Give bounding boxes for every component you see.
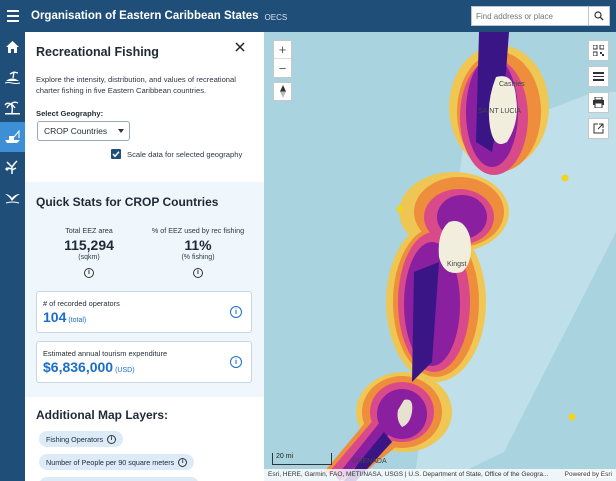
place-label: SAINT LUCIA: [478, 108, 522, 115]
stat-value: 115,294: [64, 237, 114, 253]
rail-item-fishing[interactable]: [0, 122, 25, 152]
rail-item-beach[interactable]: [0, 92, 25, 122]
zoom-out-button[interactable]: −: [274, 59, 291, 77]
geography-select-value: CROP Countries: [44, 126, 108, 136]
zoom-control: + −: [273, 40, 292, 78]
stat-unit: (sqkm): [78, 254, 100, 261]
stat-value: 11%: [184, 237, 212, 253]
powered-by-esri[interactable]: Powered by Esri: [564, 471, 612, 478]
left-rail: [0, 32, 25, 481]
info-icon[interactable]: i: [193, 268, 203, 278]
app-title: Organisation of Eastern Caribbean States: [31, 10, 259, 22]
print-icon: [593, 97, 604, 108]
close-icon[interactable]: [233, 40, 247, 54]
zoom-in-button[interactable]: +: [274, 41, 291, 59]
rail-item-birds[interactable]: [0, 182, 25, 212]
layer-chip-partial[interactable]: [39, 477, 199, 481]
card-unit: (total): [68, 317, 87, 324]
home-icon: [6, 41, 19, 53]
card-recorded-operators: # of recorded operators 104 (total) i: [36, 291, 252, 333]
recreational-fishing-panel: Recreational Fishing Explore the intensi…: [25, 32, 264, 481]
card-tourism-expenditure: Estimated annual tourism expenditure $6,…: [36, 341, 252, 383]
place-label: Castries: [499, 81, 525, 88]
geography-label: Select Geography:: [36, 109, 104, 118]
layer-chip-people-density[interactable]: Number of People per 90 square meters i: [39, 454, 195, 470]
info-icon[interactable]: i: [178, 457, 188, 467]
menu-icon[interactable]: [0, 0, 26, 32]
search-input[interactable]: [471, 6, 589, 26]
info-icon[interactable]: i: [84, 268, 94, 278]
map-view[interactable]: Castries SAINT LUCIA Kingst GRENADA + − …: [264, 32, 616, 481]
layer-chip-fishing-operators[interactable]: Fishing Operators i: [39, 431, 124, 447]
card-label: Estimated annual tourism expenditure: [43, 349, 168, 358]
stat-eez-area: Total EEZ area 115,294 (sqkm) i: [39, 226, 139, 279]
stat-label: % of EEZ used by rec fishing: [151, 226, 245, 235]
print-button[interactable]: [588, 92, 609, 113]
rail-item-island[interactable]: [0, 62, 25, 92]
compass-button[interactable]: [273, 82, 292, 101]
panel-title: Recreational Fishing: [36, 45, 159, 59]
card-unit: (USD): [115, 367, 135, 374]
qr-code-button[interactable]: [588, 40, 609, 61]
attribution-text: Esri, HERE, Garmin, FAO, METI/NASA, USGS…: [268, 471, 549, 478]
rail-item-home[interactable]: [0, 32, 25, 62]
card-value: $6,836,000 (USD): [43, 359, 135, 375]
stat-unit: (% fishing): [181, 254, 215, 261]
card-value: 104 (total): [43, 309, 86, 325]
coral-icon: [5, 159, 18, 174]
additional-layers-title: Additional Map Layers:: [36, 408, 169, 422]
rail-item-coral[interactable]: [0, 152, 25, 182]
search-icon: [594, 11, 604, 21]
geography-select[interactable]: CROP Countries: [37, 121, 130, 141]
quick-stats-title: Quick Stats for CROP Countries: [36, 195, 219, 209]
scale-bar: 20 mi: [272, 453, 332, 465]
compass-icon: [279, 85, 286, 98]
app-subtitle: OECS: [264, 12, 288, 22]
info-icon[interactable]: i: [230, 356, 242, 368]
scale-data-checkbox[interactable]: [111, 149, 121, 159]
place-label: GRENADA: [352, 458, 387, 465]
place-label: Kingst: [447, 261, 467, 268]
chevron-down-icon: [118, 129, 124, 133]
share-icon: [593, 123, 604, 134]
card-value-number: 104: [43, 309, 67, 325]
info-icon[interactable]: i: [230, 306, 242, 318]
heatmap-layer: [324, 32, 616, 481]
card-label: # of recorded operators: [43, 299, 120, 308]
stat-eez-used: % of EEZ used by rec fishing 11% (% fish…: [143, 226, 253, 279]
chip-label: Fishing Operators: [46, 434, 104, 444]
basemap-list-icon: [593, 72, 604, 81]
scale-data-label: Scale data for selected geography: [127, 150, 243, 159]
island-scene-icon: [4, 71, 21, 84]
info-icon[interactable]: i: [107, 434, 117, 444]
chip-label: Number of People per 90 square meters: [46, 457, 175, 467]
share-button[interactable]: [588, 118, 609, 139]
map-attribution: Esri, HERE, Garmin, FAO, METI/NASA, USGS…: [264, 469, 616, 481]
qr-code-icon: [593, 45, 604, 56]
basemap-list-button[interactable]: [588, 66, 609, 87]
boat-fishing-icon: [5, 129, 20, 143]
checkmark-icon: [112, 151, 120, 158]
seabird-icon: [5, 193, 20, 203]
stat-label: Total EEZ area: [65, 226, 113, 235]
search-button[interactable]: [589, 6, 610, 26]
card-value-number: $6,836,000: [43, 359, 114, 375]
panel-intro: Explore the intensity, distribution, and…: [36, 75, 236, 95]
palm-tree-icon: [4, 101, 20, 114]
